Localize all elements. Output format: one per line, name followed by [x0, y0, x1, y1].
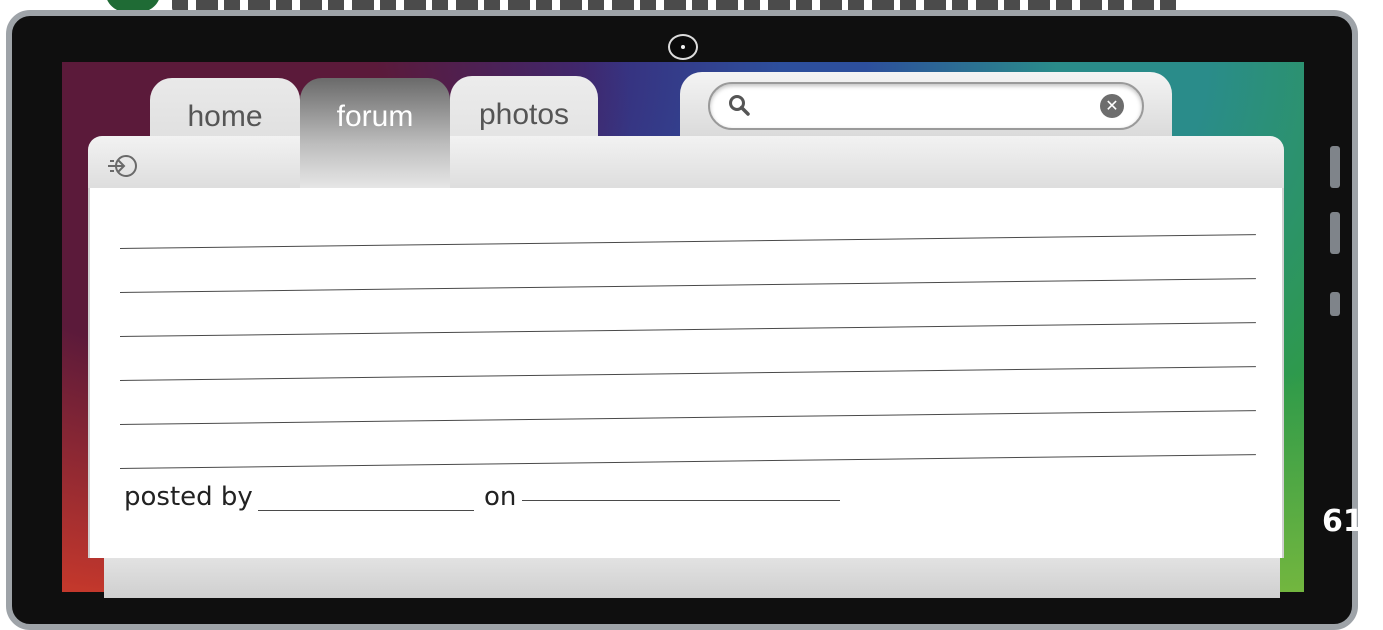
search-icon — [729, 95, 750, 116]
login-icon[interactable] — [106, 152, 140, 180]
page-number: 61 — [1322, 504, 1364, 539]
author-blank[interactable] — [258, 510, 474, 511]
clear-search-icon[interactable]: ✕ — [1100, 94, 1124, 118]
post-card-header — [88, 136, 1284, 192]
tab-photos-label: photos — [478, 98, 570, 131]
search-input[interactable] — [760, 90, 1094, 124]
tab-forum-label: forum — [336, 100, 414, 133]
on-label: on — [484, 482, 517, 512]
posted-by-label: posted by — [124, 482, 253, 512]
volume-up-button — [1330, 146, 1340, 188]
volume-down-button — [1330, 212, 1340, 254]
search-box[interactable]: ✕ — [708, 82, 1144, 130]
tab-forum[interactable]: forum — [300, 78, 450, 188]
camera-icon — [668, 34, 698, 60]
date-blank[interactable] — [522, 500, 840, 501]
power-button — [1330, 292, 1340, 316]
tab-home-label: home — [187, 100, 263, 133]
post-card-footer — [104, 558, 1280, 598]
